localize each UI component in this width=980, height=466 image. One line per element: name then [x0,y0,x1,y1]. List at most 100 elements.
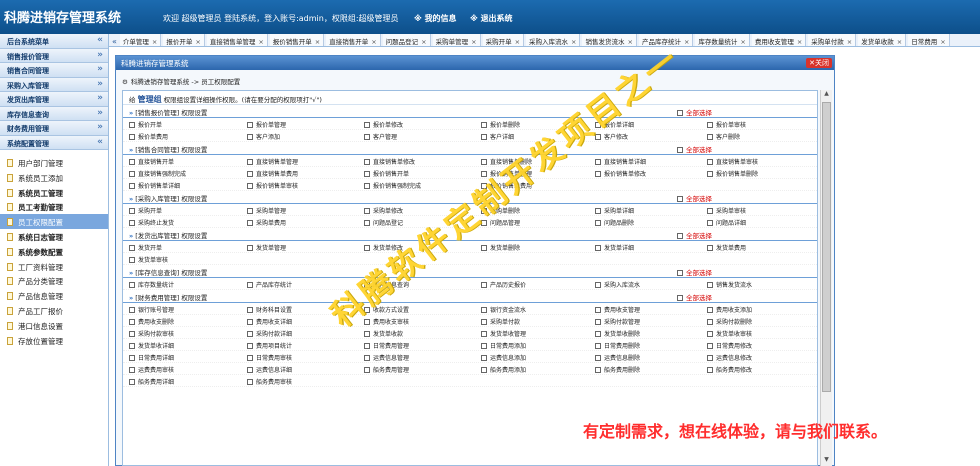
permission-checkbox[interactable]: 报价销售单详细 [129,181,180,190]
checkbox[interactable] [707,245,713,251]
permission-checkbox[interactable]: 问题品删除 [595,218,634,227]
checkbox[interactable] [481,355,487,361]
permission-checkbox[interactable]: 采购单审核 [707,206,746,215]
sidebar-item[interactable]: 存放位置管理 [0,333,108,348]
tab-close-icon[interactable]: × [152,38,157,46]
scroll-up-icon[interactable]: ▲ [821,90,832,100]
permission-checkbox[interactable]: 船务费用删除 [595,365,640,374]
scroll-thumb[interactable] [822,102,831,392]
checkbox[interactable] [247,122,253,128]
tab-close-icon[interactable]: × [515,38,520,46]
checkbox[interactable] [481,331,487,337]
checkbox[interactable] [595,343,601,349]
checkbox[interactable] [129,171,135,177]
checkbox[interactable] [677,233,683,239]
permission-checkbox[interactable]: 报价销售单审核 [247,181,298,190]
tab-item[interactable]: 销售发货流水 × [582,34,637,46]
tab-item[interactable]: 报价销售开单 × [269,34,325,46]
checkbox[interactable] [677,110,683,116]
sidebar-item[interactable]: 系统日志管理 [0,229,108,244]
checkbox[interactable] [707,122,713,128]
tab-close-icon[interactable]: × [940,38,945,46]
tab-close-icon[interactable]: × [571,38,576,46]
permission-checkbox[interactable]: 运费信息修改 [707,353,752,362]
checkbox[interactable] [247,245,253,251]
tab-close-icon[interactable]: × [740,38,745,46]
tab-item[interactable]: 发货单收款 × [858,34,907,46]
checkbox[interactable] [481,319,487,325]
checkbox[interactable] [595,208,601,214]
permission-checkbox[interactable]: 报价单费用 [129,132,168,141]
checkbox[interactable] [247,367,253,373]
permission-checkbox[interactable]: 费用项目统计 [247,341,292,350]
checkbox[interactable] [677,270,683,276]
permission-checkbox[interactable]: 采购付款删除 [707,317,752,326]
permission-checkbox[interactable]: 采购单付款 [481,317,520,326]
tab-close-icon[interactable]: × [684,38,689,46]
checkbox[interactable] [247,343,253,349]
select-all-checkbox[interactable]: 全部选择 [677,267,712,277]
tab-close-icon[interactable]: × [847,38,852,46]
permission-checkbox[interactable]: 日常费用添加 [481,341,526,350]
scroll-down-icon[interactable]: ▼ [821,456,832,466]
tab-close-icon[interactable]: × [627,38,632,46]
vertical-scrollbar[interactable]: ▲ ▼ [820,90,832,466]
sidebar-item[interactable]: 员工考勤管理 [0,199,108,214]
permission-checkbox[interactable]: 报价单审核 [707,120,746,129]
permission-checkbox[interactable]: 船务费用管理 [364,365,409,374]
permission-checkbox[interactable]: 船务费用审核 [247,377,292,386]
sidebar-item[interactable]: 系统员工管理 [0,185,108,200]
checkbox[interactable] [129,319,135,325]
permission-checkbox[interactable]: 运费费用审核 [129,365,174,374]
sidebar-item[interactable]: 系统参数配置 [0,244,108,259]
checkbox[interactable] [129,282,135,288]
sidebar-item[interactable]: 产品工厂报价 [0,303,108,318]
permission-checkbox[interactable]: 直接销售单管理 [247,157,298,166]
checkbox[interactable] [707,134,713,140]
permission-checkbox[interactable]: 采购开单 [129,206,162,215]
checkbox[interactable] [247,183,253,189]
checkbox[interactable] [247,220,253,226]
permission-checkbox[interactable]: 报价单管理 [247,120,286,129]
permission-checkbox[interactable]: 发货单收删除 [595,329,640,338]
permission-checkbox[interactable]: 报价销售开单 [364,169,409,178]
permission-checkbox[interactable]: 日常费用删除 [595,341,640,350]
checkbox[interactable] [595,282,601,288]
sidebar-accordion-header[interactable]: 财务费用管理 » [0,121,108,136]
tab-item[interactable]: 直接销售开单 × [326,34,381,46]
permission-checkbox[interactable]: 报价销售强制完成 [364,181,421,190]
dialog-close-button[interactable]: ✕关闭 [806,58,832,68]
checkbox[interactable] [364,171,370,177]
permission-checkbox[interactable]: 发货单审核 [129,255,168,264]
checkbox[interactable] [677,147,683,153]
permission-checkbox[interactable]: 产品库存统计 [247,280,292,289]
checkbox[interactable] [481,343,487,349]
permission-checkbox[interactable]: 问题品详细 [707,218,746,227]
permission-checkbox[interactable]: 直接销售单费用 [247,169,298,178]
permission-checkbox[interactable]: 直接销售单详细 [595,157,646,166]
sidebar-item[interactable]: 产品信息管理 [0,288,108,303]
permission-checkbox[interactable]: 报价单修改 [364,120,403,129]
sidebar-accordion-header[interactable]: 系统配置管理 « [0,135,108,150]
checkbox[interactable] [364,159,370,165]
permission-checkbox[interactable]: 财务科目设置 [247,305,292,314]
checkbox[interactable] [595,159,601,165]
checkbox[interactable] [129,208,135,214]
select-all-checkbox[interactable]: 全部选择 [677,230,712,240]
checkbox[interactable] [677,196,683,202]
tab-close-icon[interactable]: × [315,38,320,46]
permission-checkbox[interactable]: 采购付款审核 [129,329,174,338]
checkbox[interactable] [364,208,370,214]
checkbox[interactable] [247,159,253,165]
permission-checkbox[interactable]: 采购单详细 [595,206,634,215]
sidebar-item[interactable]: 用户部门管理 [0,155,108,170]
permission-checkbox[interactable]: 采购终止发货 [129,218,174,227]
permission-checkbox[interactable]: 报价销售单删除 [707,169,758,178]
sidebar-item[interactable]: 港口信息设置 [0,318,108,333]
permission-checkbox[interactable]: 销售发货流水 [707,280,752,289]
permission-checkbox[interactable]: 发货单详细 [595,243,634,252]
permission-checkbox[interactable]: 运费信息添加 [481,353,526,362]
tab-item[interactable]: 采购开单 × [482,34,525,46]
checkbox[interactable] [247,282,253,288]
select-all-checkbox[interactable]: 全部选择 [677,193,712,203]
